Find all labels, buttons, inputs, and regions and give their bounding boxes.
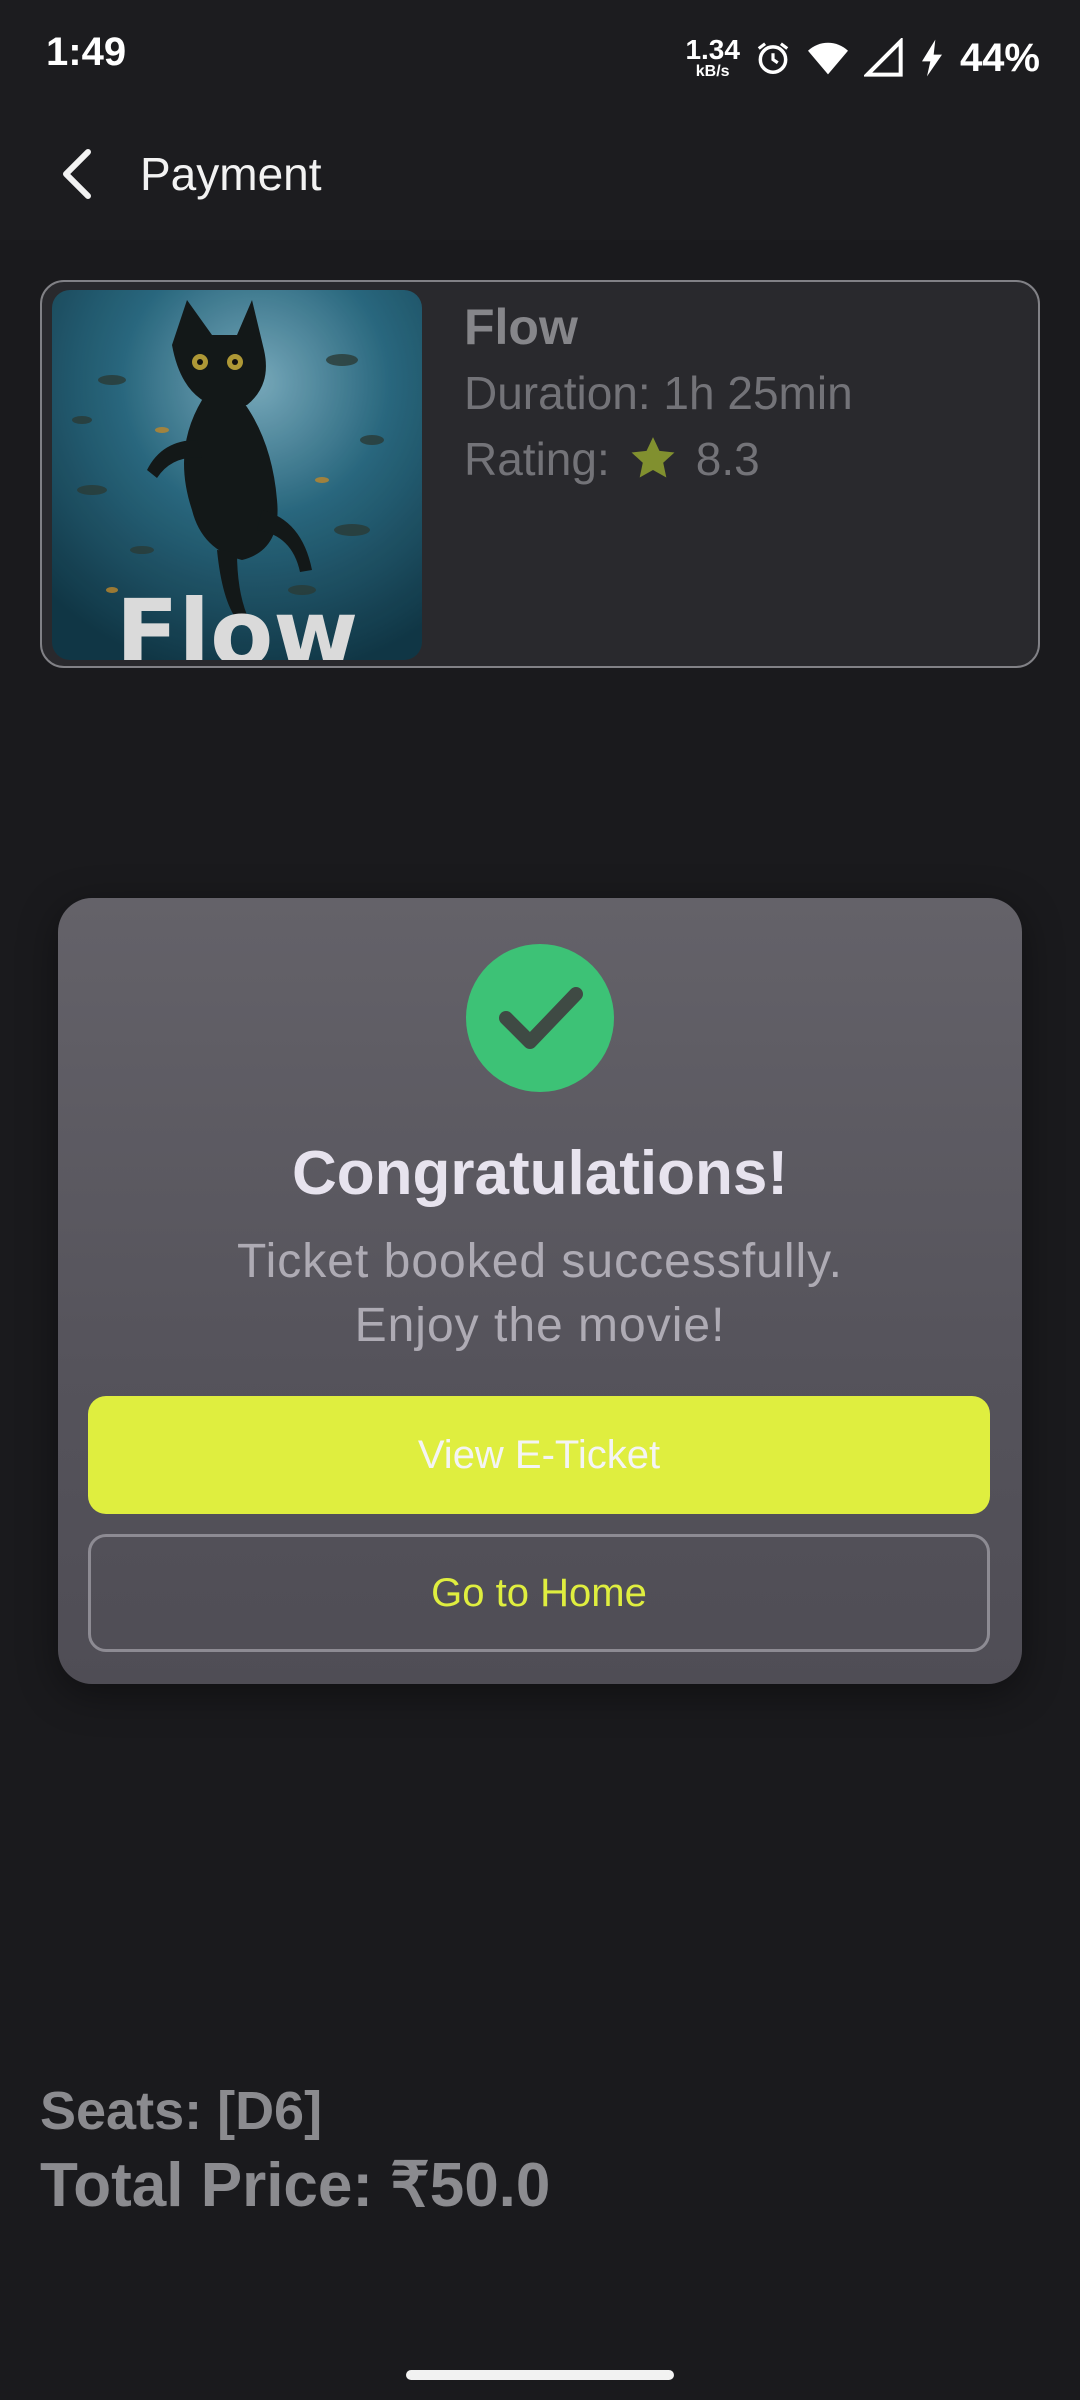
app-bar: Payment	[0, 110, 1080, 240]
network-speed-unit: kB/s	[695, 63, 730, 80]
view-eticket-button[interactable]: View E-Ticket	[88, 1396, 990, 1514]
battery-percent: 44%	[959, 35, 1040, 80]
movie-title: Flow	[464, 299, 578, 355]
movie-rating: Rating: 8.3	[464, 432, 760, 486]
home-indicator[interactable]	[406, 2370, 674, 2380]
charging-icon	[921, 39, 942, 77]
dialog-title: Congratulations!	[292, 1139, 788, 1208]
status-bar: 1:49 1.34 kB/s 44%	[0, 0, 1080, 110]
success-check-icon	[466, 944, 614, 1092]
rating-label: Rating:	[464, 433, 610, 485]
star-icon	[631, 437, 675, 478]
poster-title-art: Flow	[116, 580, 359, 660]
chevron-left-icon	[63, 149, 91, 199]
total-price: Total Price: ₹50.0	[40, 2151, 551, 2220]
dialog-message-line2: Enjoy the movie!	[354, 1299, 726, 1352]
network-speed: 1.34 kB/s	[685, 36, 740, 80]
status-time: 1:49	[46, 30, 127, 74]
go-to-home-button[interactable]: Go to Home	[88, 1534, 990, 1652]
page-title: Payment	[140, 148, 322, 200]
movie-poster: Flow	[52, 290, 422, 660]
status-icons: 1.34 kB/s 44%	[685, 28, 1040, 88]
wifi-icon	[807, 42, 848, 75]
alarm-icon	[757, 42, 789, 74]
rating-value: 8.3	[695, 433, 760, 485]
movie-duration: Duration: 1h 25min	[464, 367, 853, 419]
network-speed-value: 1.34	[685, 34, 740, 65]
signal-icon	[863, 38, 903, 77]
movie-card: Flow Flow Duration: 1h 25min Rating: 8.3	[40, 280, 1040, 668]
dialog-message-line1: Ticket booked successfully.	[237, 1235, 843, 1288]
back-button[interactable]	[40, 130, 130, 220]
seats-summary: Seats: [D6]	[40, 2081, 323, 2141]
booking-success-dialog: Congratulations! Ticket booked successfu…	[58, 898, 1022, 1684]
